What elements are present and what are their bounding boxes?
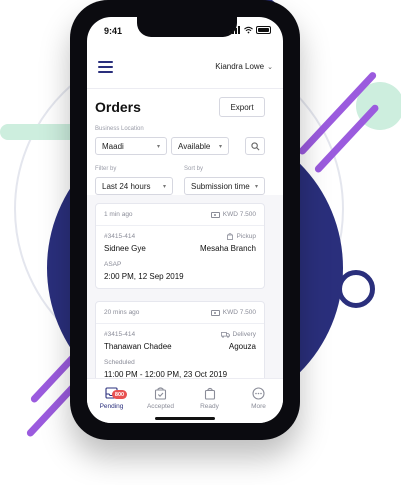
order-type: Pickup	[227, 233, 256, 240]
business-location-label: Business Location	[95, 126, 144, 132]
navy-ring-outline	[337, 270, 375, 308]
order-price-value: KWD 7.500	[222, 309, 256, 316]
top-bar: Kiandra Lowe ⌄	[87, 47, 283, 89]
phone-frame: 9:41 Kiandra Lowe ⌄ Orders Export Busine…	[70, 0, 300, 440]
customer-name: Sidnee Gye	[104, 244, 146, 253]
battery-icon	[256, 26, 271, 34]
location-value: Maadi	[102, 141, 124, 151]
order-price: KWD 7.500	[210, 309, 256, 316]
search-button[interactable]	[245, 137, 265, 155]
branch-name: Agouza	[228, 342, 256, 351]
tab-pending[interactable]: 800 Pending	[87, 379, 136, 423]
home-indicator	[155, 417, 215, 420]
order-card[interactable]: 1 min ago KWD 7.500 #3415-414 Pickup Sid…	[95, 203, 265, 289]
order-type-label: Pickup	[236, 233, 256, 240]
bag-icon	[202, 385, 218, 401]
orders-list: 1 min ago KWD 7.500 #3415-414 Pickup Sid…	[87, 195, 283, 387]
chevron-down-icon: ⌄	[267, 63, 273, 71]
tab-label: Ready	[200, 403, 219, 410]
availability-value: Available	[178, 141, 211, 151]
signal-icon	[229, 26, 241, 34]
user-name: Kiandra Lowe	[215, 62, 265, 71]
filter-by-select[interactable]: Last 24 hours ▾	[95, 177, 173, 195]
customer-name: Thanawan Chadee	[104, 342, 172, 351]
pickup-bag-icon	[227, 233, 234, 240]
hamburger-menu-icon[interactable]	[98, 61, 113, 73]
schedule-time: 2:00 PM, 12 Sep 2019	[104, 272, 184, 281]
availability-select[interactable]: Available ▾	[171, 137, 229, 155]
phone-notch	[137, 17, 237, 37]
order-id: #3415-414	[104, 233, 136, 240]
location-select[interactable]: Maadi ▾	[95, 137, 167, 155]
order-price: KWD 7.500	[210, 211, 256, 218]
order-time-ago: 1 min ago	[104, 211, 133, 218]
sort-by-label: Sort by	[184, 166, 204, 172]
tab-label: More	[251, 403, 266, 410]
search-icon	[250, 141, 259, 150]
cash-icon	[210, 309, 220, 316]
order-type-label: Delivery	[232, 331, 256, 338]
order-price-value: KWD 7.500	[222, 211, 256, 218]
sort-by-value: Submission time	[191, 181, 250, 191]
order-card-header: 1 min ago KWD 7.500	[96, 204, 264, 226]
status-time: 9:41	[104, 26, 123, 36]
pending-count-badge: 800	[112, 390, 127, 399]
order-card[interactable]: 20 mins ago KWD 7.500 #3415-414 Delivery	[95, 301, 265, 385]
user-menu[interactable]: Kiandra Lowe ⌄	[215, 62, 273, 71]
tab-more[interactable]: More	[234, 379, 283, 423]
tab-label: Pending	[99, 403, 124, 410]
more-icon	[251, 385, 267, 401]
sort-by-select[interactable]: Submission time ▾	[184, 177, 265, 195]
phone-screen: 9:41 Kiandra Lowe ⌄ Orders Export Busine…	[87, 17, 283, 423]
status-icons	[229, 26, 271, 34]
schedule-label: ASAP	[104, 261, 122, 268]
schedule-label: Scheduled	[104, 359, 135, 366]
tab-label: Accepted	[146, 403, 175, 410]
page-title: Orders	[95, 99, 141, 115]
order-id: #3415-414	[104, 331, 136, 338]
branch-name: Mesaha Branch	[199, 244, 256, 253]
export-button[interactable]: Export	[219, 97, 265, 117]
wifi-icon	[244, 26, 253, 34]
status-bar: 9:41	[87, 17, 283, 47]
check-bag-icon	[153, 385, 169, 401]
chevron-down-icon: ▾	[162, 183, 166, 190]
chevron-down-icon: ▾	[254, 183, 258, 190]
order-card-header: 20 mins ago KWD 7.500	[96, 302, 264, 324]
filter-by-label: Filter by	[95, 166, 117, 172]
cash-icon	[210, 211, 220, 218]
delivery-truck-icon	[220, 331, 230, 338]
filter-by-value: Last 24 hours	[102, 181, 151, 191]
order-type: Delivery	[220, 331, 256, 338]
chevron-down-icon: ▾	[156, 143, 160, 150]
chevron-down-icon: ▾	[218, 143, 222, 150]
mint-bar	[0, 124, 80, 140]
order-time-ago: 20 mins ago	[104, 309, 140, 316]
